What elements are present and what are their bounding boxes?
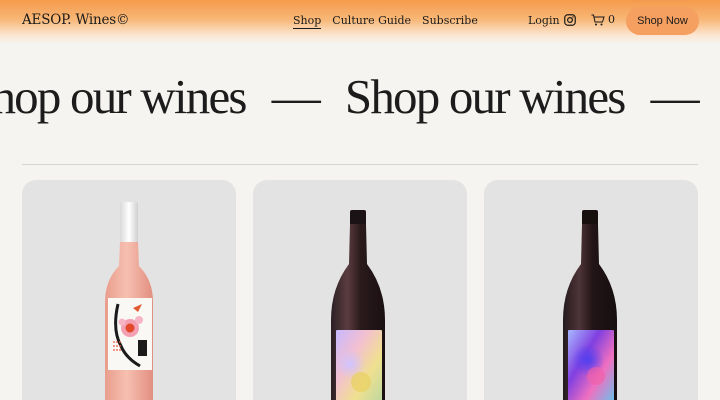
- login-link[interactable]: Login: [528, 14, 560, 27]
- main-nav: Shop Culture Guide Subscribe: [293, 14, 478, 29]
- red-wine-bottle-image: [331, 210, 385, 400]
- rose-wine-bottle-image: [105, 202, 153, 400]
- product-card-red-2[interactable]: [484, 180, 698, 400]
- brand-logo[interactable]: AESOP. Wines©: [22, 12, 130, 28]
- cart-icon: [591, 14, 605, 25]
- nav-link-culture-guide[interactable]: Culture Guide: [332, 14, 411, 29]
- red-wine-bottle-image: [563, 210, 617, 400]
- marquee-text: Shop our wines: [344, 69, 626, 124]
- shop-now-button[interactable]: Shop Now: [626, 7, 699, 35]
- section-divider: [22, 164, 698, 165]
- cart-button[interactable]: 0: [591, 13, 615, 26]
- hero-marquee: Shop our wines — Shop our wines — Shop o…: [0, 66, 720, 128]
- instagram-icon[interactable]: [564, 14, 576, 26]
- marquee-separator: —: [271, 69, 321, 124]
- cart-count: 0: [608, 13, 615, 26]
- product-card-rose[interactable]: [22, 180, 236, 400]
- nav-link-subscribe[interactable]: Subscribe: [422, 14, 478, 29]
- product-card-red-1[interactable]: [253, 180, 467, 400]
- nav-link-shop[interactable]: Shop: [293, 14, 322, 29]
- marquee-text: Shop our wines: [0, 69, 247, 124]
- marquee-separator: —: [650, 69, 700, 124]
